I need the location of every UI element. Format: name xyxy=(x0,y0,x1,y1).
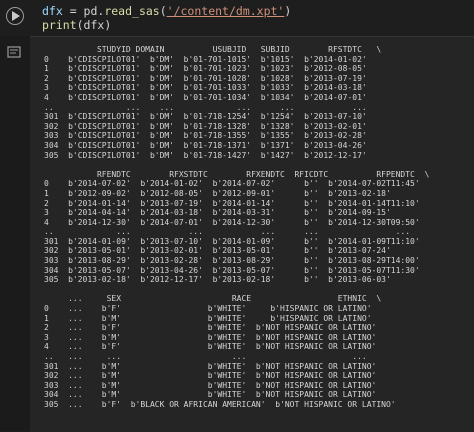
output-row-line: 1 ... b'M' b'WHITE' b'HISPANIC OR LATINO… xyxy=(44,313,372,323)
output-row-line: 3 b'2014-04-14' b'2014-03-18' b'2014-03-… xyxy=(44,208,391,218)
output-row-line: .. ... ... ... ... ... xyxy=(44,227,411,237)
output-row-line: .. ... ... ... ... ... xyxy=(44,102,367,112)
output-row-line: 4 b'2014-12-30' b'2014-07-01' b'2014-12-… xyxy=(44,217,420,227)
output-row-line: 0 ... b'F' b'WHITE' b'HISPANIC OR LATINO… xyxy=(44,304,372,314)
output-row-line: .. ... ... ... ... xyxy=(44,352,367,361)
output-row-line: 2 b'2014-01-14' b'2013-07-19' b'2014-01-… xyxy=(44,198,420,208)
output-gutter xyxy=(0,36,30,431)
output-row-line: 302 ... b'M' b'WHITE' b'NOT HISPANIC OR … xyxy=(44,371,377,381)
dataframe-print: STUDYID DOMAIN USUBJID SUBJID RFSTDTC \ 0… xyxy=(44,45,429,419)
output-row-line: 2 ... b'F' b'WHITE' b'NOT HISPANIC OR LA… xyxy=(44,323,377,333)
output-icon[interactable] xyxy=(7,45,21,59)
code-editor[interactable]: dfx = pd.read_sas('/content/dm.xpt') pri… xyxy=(42,4,291,32)
code-token: print xyxy=(42,18,77,32)
code-token: ( xyxy=(159,4,167,18)
code-token: = pd. xyxy=(62,4,105,18)
output-row-line: 303 ... b'M' b'WHITE' b'NOT HISPANIC OR … xyxy=(44,380,377,390)
output-row-line: 4 b'CDISCPILOT01' b'DM' b'01-701-1034' b… xyxy=(44,92,367,102)
output-header-line: STUDYID DOMAIN USUBJID SUBJID RFSTDTC \ xyxy=(44,45,382,54)
output-row-line: 304 b'CDISCPILOT01' b'DM' b'01-718-1371'… xyxy=(44,140,367,150)
cell-output: STUDYID DOMAIN USUBJID SUBJID RFSTDTC \ 0… xyxy=(30,36,474,432)
code-token: dfx xyxy=(42,4,63,18)
code-token: read_sas xyxy=(104,4,160,18)
output-row-line: 301 ... b'M' b'WHITE' b'NOT HISPANIC OR … xyxy=(44,361,377,371)
output-row-line: 303 b'2013-08-29' b'2013-02-28' b'2013-0… xyxy=(44,256,420,266)
code-token: ) xyxy=(284,4,292,18)
output-row-line: 304 ... b'M' b'WHITE' b'NOT HISPANIC OR … xyxy=(44,390,377,400)
output-header-line: RFENDTC RFXSTDTC RFXENDTC RFICDTC RFPEND… xyxy=(44,169,430,179)
output-row-line: 305 b'2013-02-18' b'2012-12-17' b'2013-0… xyxy=(44,275,391,285)
output-row-line: 2 b'CDISCPILOT01' b'DM' b'01-701-1028' b… xyxy=(44,73,367,83)
output-block3: ... SEX RACE ETHNIC \ 0 ... b'F' b'WHITE'… xyxy=(44,294,429,409)
output-row-line: 305 b'CDISCPILOT01' b'DM' b'01-718-1427'… xyxy=(44,150,367,160)
output-row-line: 3 ... b'M' b'WHITE' b'NOT HISPANIC OR LA… xyxy=(44,332,377,342)
output-row-line: 303 b'CDISCPILOT01' b'DM' b'01-718-1355'… xyxy=(44,131,367,141)
code-cell[interactable]: dfx = pd.read_sas('/content/dm.xpt') pri… xyxy=(0,0,474,36)
output-row-line: 301 b'CDISCPILOT01' b'DM' b'01-718-1254'… xyxy=(44,112,367,122)
code-token: (dfx) xyxy=(76,18,112,32)
code-string-path: '/content/dm.xpt' xyxy=(166,4,285,18)
output-header-line: ... SEX RACE ETHNIC \ xyxy=(44,294,382,304)
output-row-line: 304 b'2013-05-07' b'2013-04-26' b'2013-0… xyxy=(44,265,420,275)
output-row-line: 1 b'CDISCPILOT01' b'DM' b'01-701-1023' b… xyxy=(44,64,367,74)
output-row-line: 305 ... b'F' b'BLACK OR AFRICAN AMERICAN… xyxy=(44,399,396,409)
output-row-line: 1 b'2012-09-02' b'2012-08-05' b'2012-09-… xyxy=(44,188,391,198)
output-row-line: 301 b'2014-01-09' b'2013-07-10' b'2014-0… xyxy=(44,236,420,246)
output-block2: RFENDTC RFXSTDTC RFXENDTC RFICDTC RFPEND… xyxy=(44,170,429,285)
play-icon xyxy=(12,11,20,21)
output-row-line: 0 b'2014-07-02' b'2014-01-02' b'2014-07-… xyxy=(44,179,420,189)
run-cell-button[interactable] xyxy=(6,7,24,25)
output-block1: STUDYID DOMAIN USUBJID SUBJID RFSTDTC \ 0… xyxy=(44,45,429,160)
output-row-line: 0 b'CDISCPILOT01' b'DM' b'01-701-1015' b… xyxy=(44,54,367,64)
output-row-line: 302 b'CDISCPILOT01' b'DM' b'01-718-1328'… xyxy=(44,121,367,131)
output-row-line: 3 b'CDISCPILOT01' b'DM' b'01-701-1033' b… xyxy=(44,83,367,93)
output-row-line: 4 ... b'F' b'WHITE' b'NOT HISPANIC OR LA… xyxy=(44,342,377,352)
output-row-line: 302 b'2013-05-01' b'2013-02-01' b'2013-0… xyxy=(44,246,391,256)
